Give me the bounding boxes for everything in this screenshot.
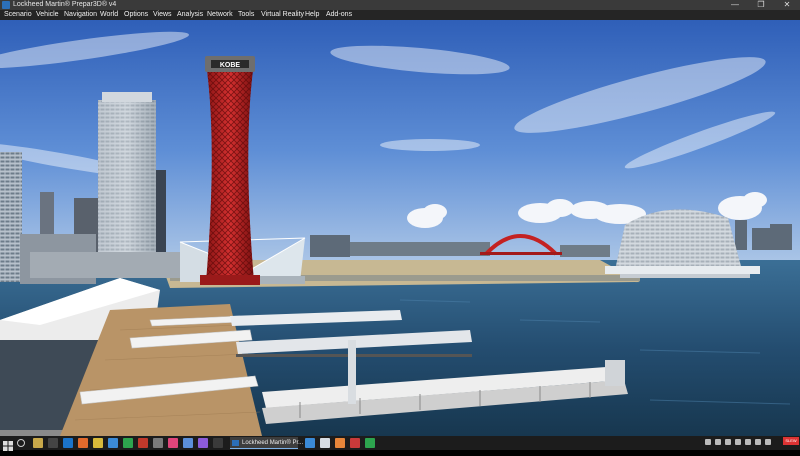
menu-virtual-reality[interactable]: Virtual Reality xyxy=(261,10,304,20)
pinned-app-icon[interactable] xyxy=(365,438,375,448)
maximize-button[interactable]: ❐ xyxy=(748,0,774,10)
pinned-app-icon[interactable] xyxy=(213,438,223,448)
pinned-app-icon[interactable] xyxy=(78,438,88,448)
windows-taskbar: Lockheed Martin® Pr... SLEW xyxy=(0,436,800,451)
window-title: Lockheed Martin® Prepar3D® v4 xyxy=(13,1,117,8)
menu-views[interactable]: Views xyxy=(153,10,172,20)
menu-analysis[interactable]: Analysis xyxy=(177,10,203,20)
folder-icon[interactable] xyxy=(93,438,103,448)
title-bar: Lockheed Martin® Prepar3D® v4 — ❐ ✕ xyxy=(0,0,800,10)
menu-vehicle[interactable]: Vehicle xyxy=(36,10,59,20)
pinned-app-icon[interactable] xyxy=(153,438,163,448)
menu-add-ons[interactable]: Add-ons xyxy=(326,10,352,20)
prepar3d-app-icon xyxy=(2,1,10,9)
pinned-app-icon[interactable] xyxy=(123,438,133,448)
network-icon[interactable] xyxy=(735,439,741,445)
office-tower xyxy=(98,92,166,278)
menu-network[interactable]: Network xyxy=(207,10,233,20)
pinned-app-icon[interactable] xyxy=(108,438,118,448)
taskbar-active-app-prepar3d[interactable]: Lockheed Martin® Pr... xyxy=(230,437,303,449)
taskbar-app-label: Lockheed Martin® Pr... xyxy=(242,440,304,446)
menu-options[interactable]: Options xyxy=(124,10,148,20)
tray-icon[interactable] xyxy=(765,439,771,445)
menu-navigation[interactable]: Navigation xyxy=(64,10,97,20)
tray-icon[interactable] xyxy=(715,439,721,445)
menu-tools[interactable]: Tools xyxy=(238,10,254,20)
prepar3d-taskbar-icon xyxy=(232,440,239,446)
simulator-viewport[interactable]: KOBE xyxy=(0,20,800,436)
pinned-app-icon[interactable] xyxy=(48,438,58,448)
close-button[interactable]: ✕ xyxy=(774,0,800,10)
windows-start-icon[interactable] xyxy=(3,438,13,451)
pinned-app-icon[interactable] xyxy=(138,438,148,448)
search-icon[interactable] xyxy=(17,439,25,447)
pinned-app-icon[interactable] xyxy=(183,438,193,448)
kobe-harbor-scene: KOBE xyxy=(0,20,800,436)
pinned-app-icon[interactable] xyxy=(198,438,208,448)
pinned-app-icon[interactable] xyxy=(168,438,178,448)
pinned-app-icon[interactable] xyxy=(350,438,360,448)
minimize-button[interactable]: — xyxy=(722,0,748,10)
menu-bar: Scenario Vehicle Navigation World Option… xyxy=(0,10,800,20)
browser-icon[interactable] xyxy=(335,438,345,448)
tower-sign-text: KOBE xyxy=(220,62,241,69)
tray-icon[interactable] xyxy=(725,439,731,445)
tray-icon[interactable] xyxy=(705,439,711,445)
pinned-app-icon[interactable] xyxy=(305,438,315,448)
volume-icon[interactable] xyxy=(745,439,751,445)
tray-icon[interactable] xyxy=(755,439,761,445)
menu-help[interactable]: Help xyxy=(305,10,319,20)
slew-status-badge: SLEW xyxy=(783,437,799,445)
pinned-app-icon[interactable] xyxy=(63,438,73,448)
pinned-app-icon[interactable] xyxy=(320,438,330,448)
menu-scenario[interactable]: Scenario xyxy=(4,10,32,20)
pinned-app-icon[interactable] xyxy=(33,438,43,448)
menu-world[interactable]: World xyxy=(100,10,118,20)
